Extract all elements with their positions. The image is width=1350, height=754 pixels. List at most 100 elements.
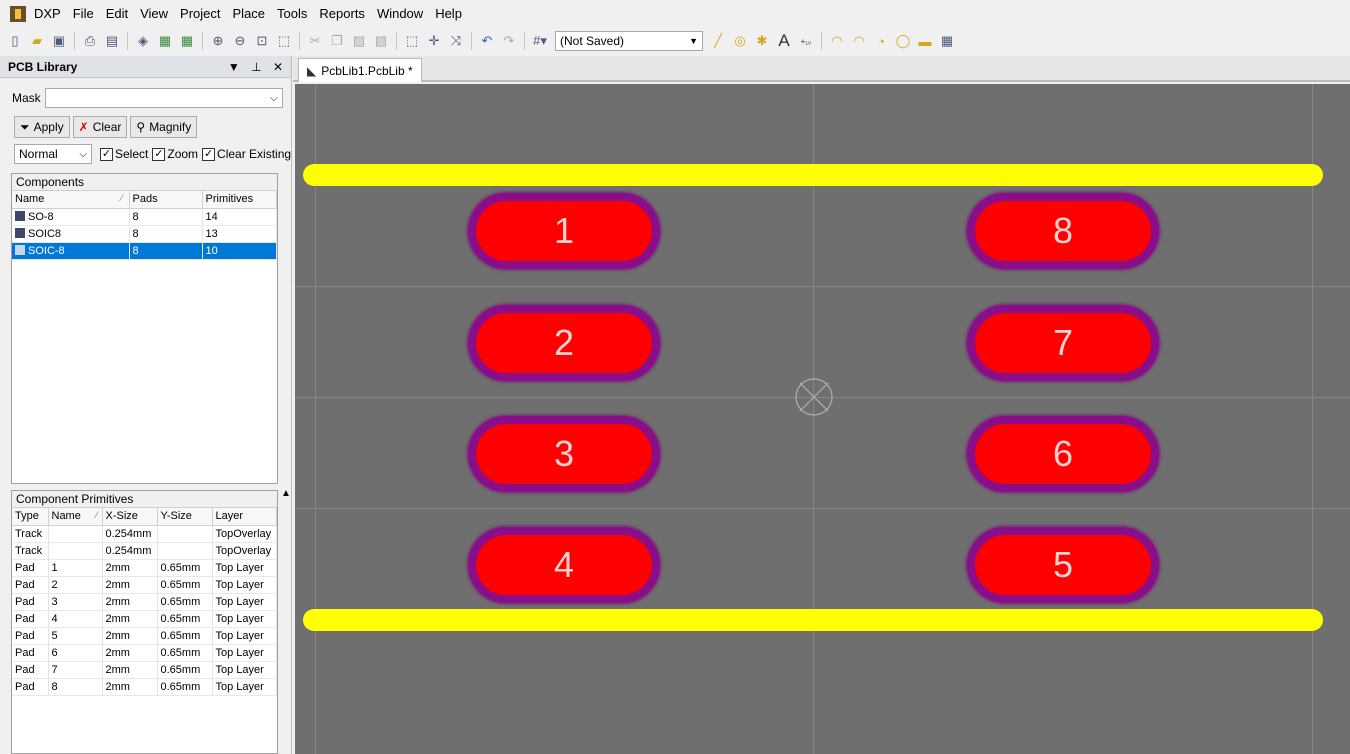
col-x-size[interactable]: X-Size	[102, 508, 158, 526]
table-row[interactable]: Pad 3 2mm 0.65mm Top Layer	[12, 593, 277, 611]
overlay-track-bottom[interactable]	[303, 609, 1323, 631]
col-layer[interactable]: Layer	[212, 508, 277, 526]
table-row[interactable]: Track 0.254mm TopOverlay	[12, 525, 277, 543]
col-primitives[interactable]: Primitives	[202, 191, 277, 209]
pin-icon[interactable]: ⊥	[251, 60, 261, 74]
place-coordinate-icon[interactable]: +₁₀	[795, 30, 817, 52]
cut-icon[interactable]: ✂	[304, 30, 326, 52]
col-pads[interactable]: Pads	[129, 191, 203, 209]
tab-pcblib1[interactable]: ◣ PcbLib1.PcbLib *	[298, 58, 422, 82]
clear-button[interactable]: ✗ Clear	[72, 116, 128, 138]
menu-reports[interactable]: Reports	[313, 0, 371, 28]
primitive-layer: Top Layer	[212, 678, 277, 696]
new-file-icon[interactable]: ▯	[4, 30, 26, 52]
deselect-icon[interactable]: ⤨	[445, 30, 467, 52]
open-folder-icon[interactable]: ▰	[26, 30, 48, 52]
overlay-track-top[interactable]	[303, 164, 1323, 186]
array-paste-icon[interactable]: ▦	[936, 30, 958, 52]
menu-help[interactable]: Help	[429, 0, 468, 28]
mask-input[interactable]: ⌵	[44, 88, 283, 108]
pad-2[interactable]: 2	[468, 305, 660, 381]
pad-7[interactable]: 7	[967, 305, 1159, 381]
collapse-up-icon[interactable]: ▲	[281, 488, 291, 499]
menu-dxp[interactable]: DXP	[28, 0, 67, 28]
pad-8[interactable]: 8	[967, 193, 1159, 269]
clear-existing-checkbox[interactable]: ✓ Clear Existing	[202, 147, 291, 161]
panel-menu-icon[interactable]: ▼	[228, 60, 240, 74]
redo-icon[interactable]: ↷	[498, 30, 520, 52]
close-icon[interactable]: ✕	[273, 60, 283, 74]
table-row[interactable]: Track 0.254mm TopOverlay	[12, 542, 277, 560]
pad-1[interactable]: 1	[468, 193, 660, 269]
select-checkbox[interactable]: ✓ Select	[100, 147, 148, 161]
zoom-checkbox[interactable]: ✓ Zoom	[152, 147, 198, 161]
apply-button[interactable]: ⏷ Apply	[14, 116, 70, 138]
menu-edit[interactable]: Edit	[100, 0, 134, 28]
primitive-x-size: 2mm	[102, 678, 158, 696]
table-row[interactable]: Pad 6 2mm 0.65mm Top Layer	[12, 644, 277, 662]
table-row-selected[interactable]: SOIC-8 8 10	[12, 242, 277, 260]
menu-tools[interactable]: Tools	[271, 0, 313, 28]
table-row[interactable]: Pad 4 2mm 0.65mm Top Layer	[12, 610, 277, 628]
place-pad-icon[interactable]: ◎	[729, 30, 751, 52]
table-row[interactable]: Pad 5 2mm 0.65mm Top Layer	[12, 627, 277, 645]
primitive-x-size: 2mm	[102, 627, 158, 645]
magnify-button[interactable]: ⚲ Magnify	[130, 116, 198, 138]
arc-center-icon[interactable]: ◠	[826, 30, 848, 52]
arc-any-icon[interactable]: ◔	[870, 30, 892, 52]
zoom-fit-icon[interactable]: ⊡	[251, 30, 273, 52]
menu-window[interactable]: Window	[371, 0, 429, 28]
table-row[interactable]: Pad 1 2mm 0.65mm Top Layer	[12, 559, 277, 577]
table-row[interactable]: Pad 8 2mm 0.65mm Top Layer	[12, 678, 277, 696]
primitive-y-size	[157, 525, 213, 543]
table-row[interactable]: SOIC8 8 13	[12, 225, 277, 243]
undo-icon[interactable]: ↶	[476, 30, 498, 52]
panel-header-buttons: ▼ ⊥ ✕	[220, 60, 283, 74]
full-circle-icon[interactable]: ◯	[892, 30, 914, 52]
table-row[interactable]: SO-8 8 14	[12, 208, 277, 226]
dxp-logo-icon[interactable]	[10, 6, 26, 22]
place-fill-icon[interactable]: ▬	[914, 30, 936, 52]
menu-project[interactable]: Project	[174, 0, 226, 28]
save-icon[interactable]: ▣	[48, 30, 70, 52]
zoom-out-icon[interactable]: ⊖	[229, 30, 251, 52]
pcb-editor-canvas[interactable]: 1 2 3 4 5 6 7 8	[295, 84, 1350, 754]
move-icon[interactable]: ✛	[423, 30, 445, 52]
pad-6[interactable]: 6	[967, 416, 1159, 492]
variant-combo[interactable]: (Not Saved) ▼	[555, 31, 703, 51]
pad-4[interactable]: 4	[468, 527, 660, 603]
chevron-down-icon[interactable]: ⌵	[270, 93, 278, 104]
print-preview-icon[interactable]: ▤	[101, 30, 123, 52]
col-y-size[interactable]: Y-Size	[157, 508, 213, 526]
primitive-layer: Top Layer	[212, 661, 277, 679]
zoom-in-icon[interactable]: ⊕	[207, 30, 229, 52]
primitive-type: Pad	[12, 644, 49, 662]
col-name[interactable]: Name ⁄	[12, 191, 130, 209]
layers-icon[interactable]: ◈	[132, 30, 154, 52]
zoom-area-icon[interactable]: ⬚	[273, 30, 295, 52]
print-icon[interactable]: ⎙	[79, 30, 101, 52]
component-icon[interactable]: ▦	[176, 30, 198, 52]
mode-select[interactable]: Normal ⌵	[14, 144, 92, 164]
pad-3[interactable]: 3	[468, 416, 660, 492]
table-row[interactable]: Pad 7 2mm 0.65mm Top Layer	[12, 661, 277, 679]
paste-icon[interactable]: ▨	[348, 30, 370, 52]
col-type[interactable]: Type	[12, 508, 49, 526]
place-string-icon[interactable]: A	[773, 30, 795, 52]
place-line-icon[interactable]: ╱	[707, 30, 729, 52]
copy-icon[interactable]: ❐	[326, 30, 348, 52]
magnifier-icon: ⚲	[136, 120, 146, 134]
menu-file[interactable]: File	[67, 0, 100, 28]
select-area-icon[interactable]: ⬚	[401, 30, 423, 52]
menu-place[interactable]: Place	[227, 0, 272, 28]
toolbar-separator	[821, 32, 822, 50]
arc-edge-icon[interactable]: ◠	[848, 30, 870, 52]
table-row[interactable]: Pad 2 2mm 0.65mm Top Layer	[12, 576, 277, 594]
place-via-icon[interactable]: ✱	[751, 30, 773, 52]
pad-5[interactable]: 5	[967, 527, 1159, 603]
col-name[interactable]: Name ⁄	[48, 508, 103, 526]
rubber-stamp-icon[interactable]: ▧	[370, 30, 392, 52]
menu-view[interactable]: View	[134, 0, 174, 28]
grid-icon[interactable]: #▾	[529, 30, 551, 52]
board-icon[interactable]: ▦	[154, 30, 176, 52]
